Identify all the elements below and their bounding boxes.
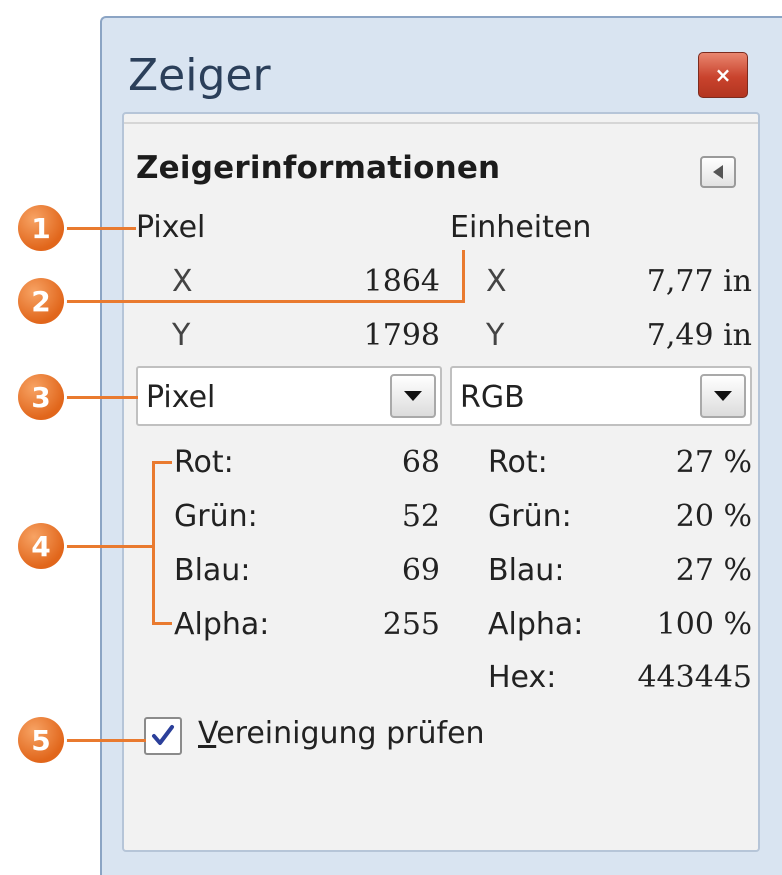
left-blue-label: Blau:	[174, 553, 251, 588]
pixel-y-value: 1798	[363, 318, 440, 353]
pixel-unit-select-value: Pixel	[146, 380, 216, 415]
sample-merged-label-rest: ereinigung prüfen	[216, 716, 485, 751]
right-red-value: 27 %	[675, 445, 752, 480]
collapse-button[interactable]	[700, 156, 736, 188]
close-icon: ×	[714, 63, 732, 87]
callout-4-bracket-top	[152, 461, 172, 464]
left-green-label: Grün:	[174, 499, 258, 534]
left-red-label: Rot:	[174, 445, 234, 480]
callout-badge-2: 2	[18, 278, 64, 324]
sample-merged-checkbox[interactable]	[144, 717, 182, 755]
pixel-y-label: Y	[172, 318, 191, 353]
right-blue-value: 27 %	[675, 553, 752, 588]
color-model-select[interactable]: RGB	[450, 366, 752, 426]
units-header: Einheiten	[450, 210, 592, 245]
left-alpha-label: Alpha:	[174, 607, 270, 642]
callout-badge-5: 5	[18, 717, 64, 763]
triangle-down-icon	[404, 391, 422, 401]
pixel-header: Pixel	[136, 210, 206, 245]
units-y-value: 7,49 in	[646, 318, 752, 353]
callout-4-line	[62, 545, 154, 548]
callout-2-line-v	[462, 250, 465, 303]
sample-merged-mnemonic: V	[198, 716, 217, 751]
right-green-label: Grün:	[488, 499, 572, 534]
checkmark-icon	[152, 725, 174, 745]
callout-4-bracket-bottom	[152, 622, 172, 625]
triangle-down-icon	[714, 391, 732, 401]
units-y-label: Y	[486, 318, 505, 353]
callout-2-line-h	[62, 300, 464, 303]
right-alpha-label: Alpha:	[488, 607, 584, 642]
divider	[124, 122, 758, 124]
left-green-value: 52	[401, 499, 440, 534]
left-alpha-value: 255	[382, 607, 440, 642]
callout-1-line	[62, 227, 136, 230]
hex-label: Hex:	[488, 660, 557, 695]
dropdown-button-right[interactable]	[700, 374, 746, 418]
right-blue-label: Blau:	[488, 553, 565, 588]
units-x-value: 7,77 in	[646, 264, 752, 299]
pixel-x-label: X	[172, 264, 193, 299]
pixel-x-value: 1864	[363, 264, 440, 299]
callout-3-line	[62, 396, 138, 399]
callout-5-line	[62, 739, 146, 742]
units-x-label: X	[486, 264, 507, 299]
right-red-label: Rot:	[488, 445, 548, 480]
callout-4-bracket	[152, 461, 155, 625]
pixel-unit-select[interactable]: Pixel	[136, 366, 442, 426]
close-button[interactable]: ×	[698, 52, 748, 98]
right-green-value: 20 %	[675, 499, 752, 534]
window-title: Zeiger	[128, 50, 271, 101]
triangle-left-icon	[713, 165, 723, 179]
sample-merged-label[interactable]: Vereinigung prüfen	[198, 716, 485, 751]
left-red-value: 68	[401, 445, 440, 480]
color-model-select-value: RGB	[460, 380, 525, 415]
callout-badge-1: 1	[18, 205, 64, 251]
panel-heading: Zeigerinformationen	[136, 150, 501, 186]
hex-value: 443445	[637, 660, 752, 695]
callout-badge-4: 4	[18, 523, 64, 569]
left-blue-value: 69	[401, 553, 440, 588]
right-alpha-value: 100 %	[656, 607, 752, 642]
callout-badge-3: 3	[18, 374, 64, 420]
dropdown-button-left[interactable]	[390, 374, 436, 418]
